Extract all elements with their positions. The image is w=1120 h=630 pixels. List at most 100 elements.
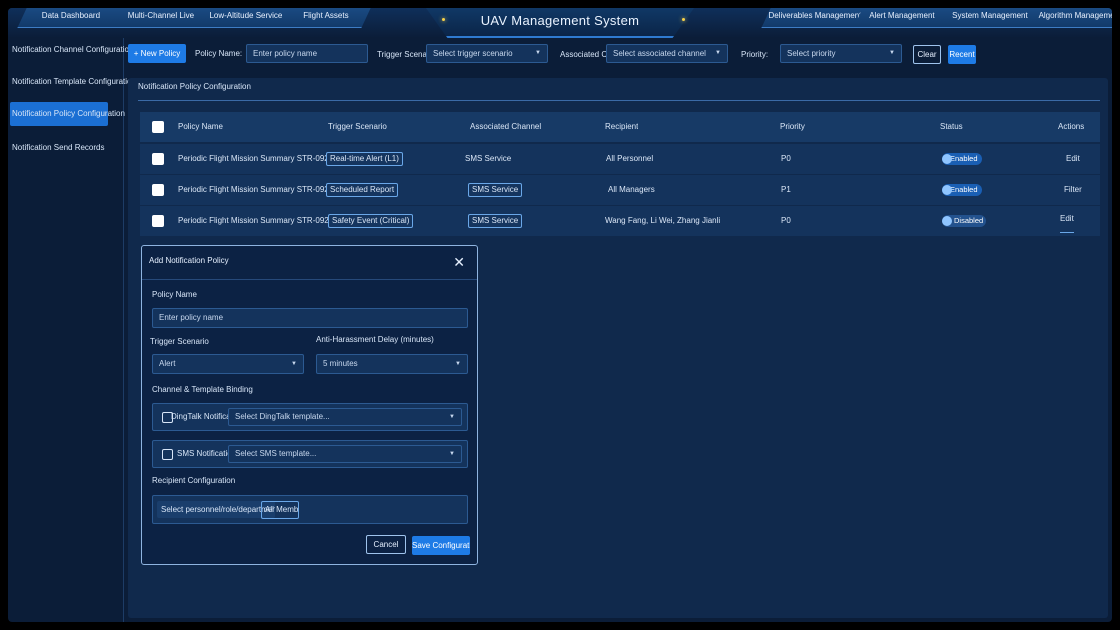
table-row[interactable]: Periodic Flight Mission Summary STR-0922… [140,206,1100,236]
trigger-scenario-select[interactable]: Select trigger scenario ▼ [426,44,548,63]
table-row[interactable]: Periodic Flight Mission Summary STR-0923… [140,144,1100,174]
chevron-down-icon: ▼ [449,414,455,420]
row-checkbox[interactable] [152,184,164,196]
cell-priority: P0 [781,216,791,225]
save-configuration-button[interactable]: Save Configuration [412,536,470,555]
top-navigation: Data Dashboard Multi-Channel Live Low-Al… [8,8,1112,38]
nav-tab-system-management[interactable]: System Management [935,8,1043,28]
cell-recipient: All Personnel [606,154,654,163]
status-toggle[interactable]: Enabled [942,153,982,165]
recipient-tag[interactable]: All Members [261,501,299,519]
decor-dot-icon [682,18,685,21]
cell-recipient: All Managers [608,185,655,194]
priority-label: Priority: [741,50,769,59]
edit-link[interactable]: Edit [1066,144,1080,174]
recipient-label: Recipient Configuration [152,476,236,485]
cell-policy-name: Periodic Flight Mission Summary STR-0922… [178,185,328,194]
filter-link[interactable]: Filter [1064,175,1082,205]
dingtalk-template-select[interactable]: Select DingTalk template... ▼ [228,408,462,426]
nav-tab-alert-management[interactable]: Alert Management [853,8,949,28]
sidebar-item-policy-configuration[interactable]: Notification Policy Configuration [10,102,125,126]
status-toggle[interactable]: Enabled [942,184,982,196]
sidebar: Notification Channel Configuration Notif… [8,38,136,622]
panel-title: Notification Policy Configuration [138,82,251,91]
dingtalk-binding-row: DingTalk Notification Select DingTalk te… [152,403,468,431]
sms-binding-row: SMS Notification Select SMS template... … [152,440,468,468]
associated-channel-label: Associated Channel: [560,50,608,59]
cell-trigger: Scheduled Report [326,175,399,205]
chevron-down-icon: ▼ [535,50,541,56]
row-checkbox[interactable] [152,215,164,227]
cell-policy-name: Periodic Flight Mission Summary STR-0923… [178,154,328,163]
cell-channel: SMS Service [465,154,512,163]
nav-tab-low-altitude-service[interactable]: Low-Altitude Service [197,8,293,28]
cell-priority: P1 [781,185,791,194]
trigger-tag: Scheduled Report [326,183,399,197]
edit-link[interactable]: Edit [1060,206,1074,233]
col-actions: Actions [1058,122,1085,131]
channel-tag: SMS Service [468,183,523,197]
sidebar-item-send-records[interactable]: Notification Send Records [10,136,130,160]
associated-channel-select[interactable]: Select associated channel ▼ [606,44,728,63]
chevron-down-icon: ▼ [715,50,721,56]
cell-channel: SMS Service [468,206,523,236]
sms-template-select[interactable]: Select SMS template... ▼ [228,445,462,463]
chevron-down-icon: ▼ [449,451,455,457]
priority-select[interactable]: Select priority ▼ [780,44,902,63]
table-header: Policy Name Trigger Scenario Associated … [140,112,1100,142]
new-policy-button[interactable]: + New Policy [128,44,186,63]
chevron-down-icon: ▼ [291,361,297,367]
divider [142,279,477,280]
recipient-config-box: Select personnel/role/department All Mem… [152,495,468,524]
sms-checkbox[interactable] [162,449,173,460]
col-recipient: Recipient [605,122,639,131]
trigger-tag: Safety Event (Critical) [328,214,414,228]
recent-button[interactable]: Recent [948,45,976,64]
status-toggle[interactable]: Disabled [942,215,986,227]
col-trigger-scenario: Trigger Scenario [328,122,387,131]
trigger-tag: Real-time Alert (L1) [326,152,403,166]
decor-dot-icon [442,18,445,21]
nav-tab-deliverables-management[interactable]: Deliverables Management [761,8,867,28]
cell-priority: P0 [781,154,791,163]
modal-policy-name-input[interactable]: Enter policy name [152,308,468,328]
channel-tag: SMS Service [468,214,523,228]
col-priority: Priority [780,122,805,131]
binding-label: Channel & Template Binding [152,385,253,394]
policy-name-label: Policy Name: [195,49,243,58]
modal-delay-select[interactable]: 5 minutes ▼ [316,354,468,374]
nav-tab-multi-channel-live[interactable]: Multi-Channel Live [109,8,211,28]
cell-channel: SMS Service [468,175,523,205]
table-row[interactable]: Periodic Flight Mission Summary STR-0922… [140,175,1100,205]
col-status: Status [940,122,963,131]
cell-recipient: Wang Fang, Li Wei, Zhang Jianli [605,216,721,225]
modal-trigger-select[interactable]: Alert ▼ [152,354,304,374]
close-icon[interactable]: ✕ [453,254,465,271]
recipient-select[interactable]: Select personnel/role/department [157,501,275,518]
modal-title: Add Notification Policy [149,256,229,265]
policy-name-input[interactable]: Enter policy name [246,44,368,63]
divider [138,100,1100,101]
select-all-checkbox[interactable] [152,121,164,133]
add-policy-modal: Add Notification Policy ✕ Policy Name En… [141,245,478,565]
col-associated-channel: Associated Channel [470,122,542,131]
delay-label: Anti-Harassment Delay (minutes) [316,335,434,344]
col-policy-name: Policy Name [178,122,223,131]
app-window: Data Dashboard Multi-Channel Live Low-Al… [8,8,1112,622]
cancel-button[interactable]: Cancel [366,535,406,554]
cell-trigger: Real-time Alert (L1) [326,144,403,174]
clear-button[interactable]: Clear [913,45,941,64]
trigger-scenario-label: Trigger Scenario [150,337,209,346]
sidebar-item-channel-configuration[interactable]: Notification Channel Configuration [10,38,133,62]
row-checkbox[interactable] [152,153,164,165]
nav-tab-flight-assets[interactable]: Flight Assets [279,8,371,28]
cell-policy-name: Periodic Flight Mission Summary STR-0922… [178,216,328,225]
cell-trigger: Safety Event (Critical) [328,206,414,236]
chevron-down-icon: ▼ [455,361,461,367]
sidebar-item-template-configuration[interactable]: Notification Template Configuration [10,70,136,94]
title-plate: UAV Management System [426,8,694,38]
policy-name-label: Policy Name [152,290,197,299]
nav-tab-algorithm-management[interactable]: Algorithm Management [1029,8,1112,28]
nav-tab-data-dashboard[interactable]: Data Dashboard [17,8,123,28]
chevron-down-icon: ▼ [889,50,895,56]
